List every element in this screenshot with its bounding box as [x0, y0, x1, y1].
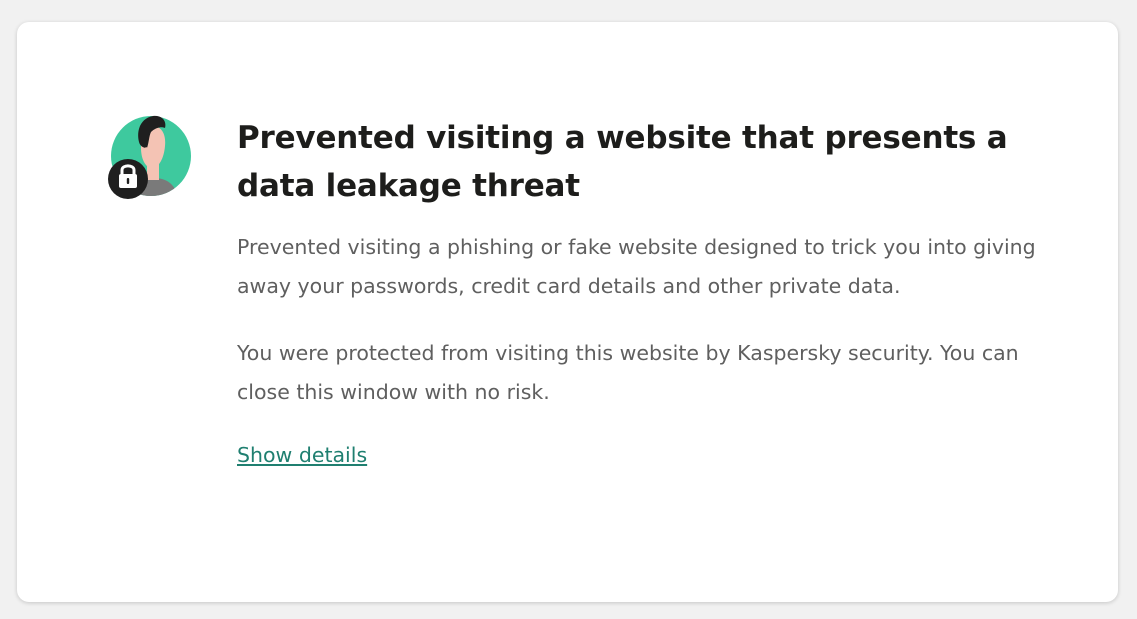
- show-details-link[interactable]: Show details: [237, 440, 367, 470]
- user-lock-icon: [103, 108, 195, 200]
- dialog-title: Prevented visiting a website that presen…: [237, 120, 1008, 204]
- protection-note: You were protected from visiting this we…: [237, 341, 1019, 404]
- threat-description: Prevented visiting a phishing or fake we…: [237, 235, 1036, 298]
- threat-dialog-card: Prevented visiting a website that presen…: [17, 22, 1118, 602]
- dialog-content: Prevented visiting a website that presen…: [237, 114, 1037, 470]
